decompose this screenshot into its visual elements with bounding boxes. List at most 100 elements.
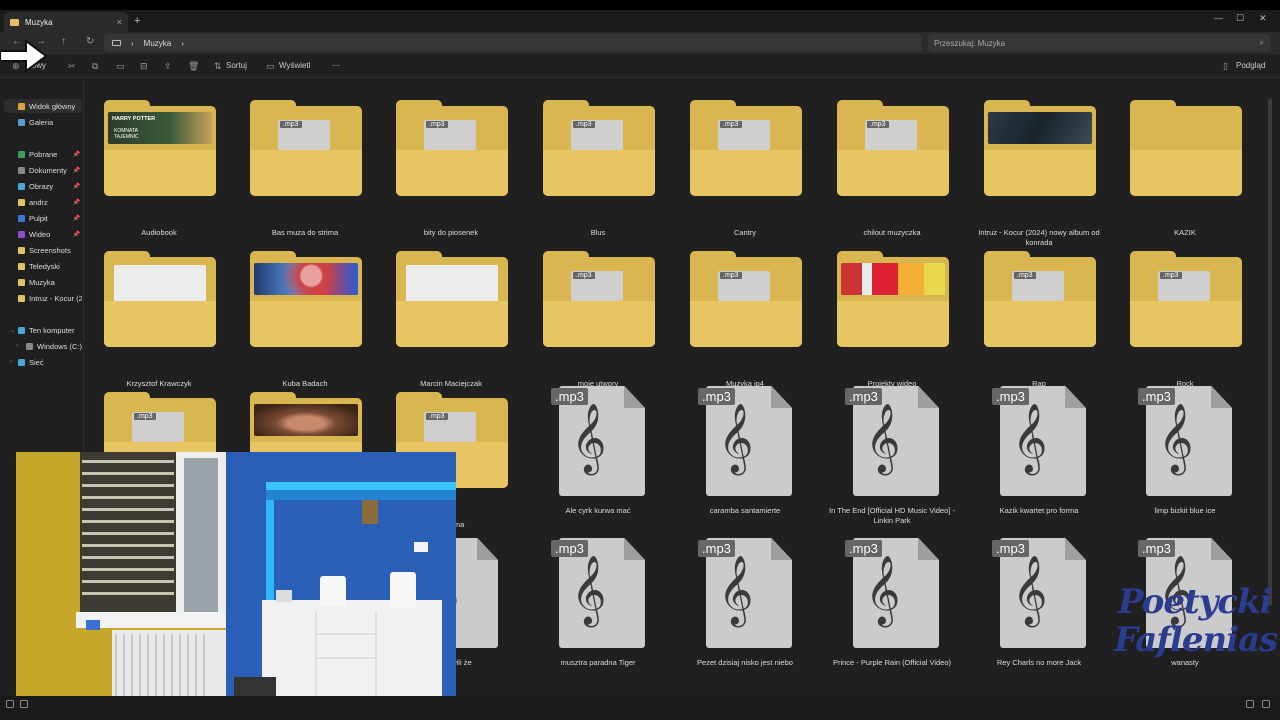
mp3-badge: .mp3 bbox=[720, 272, 742, 279]
view-button[interactable]: Wyświetl bbox=[279, 61, 310, 70]
rename-icon[interactable]: ⊟ bbox=[140, 61, 148, 72]
more-button[interactable]: ··· bbox=[332, 61, 340, 70]
folder-item[interactable]: .mp3 moje utwory bbox=[525, 239, 671, 388]
mp3-thumbnail: .mp3 bbox=[132, 412, 184, 442]
mp3-file-item[interactable]: .mp3 𝄞 caramba santamierte bbox=[672, 380, 818, 528]
cut-icon[interactable]: ✂ bbox=[68, 61, 76, 72]
copy-icon[interactable]: ⧉ bbox=[92, 61, 98, 72]
address-bar[interactable]: › Muzyka › bbox=[104, 34, 922, 52]
folder-item[interactable]: KAZIK bbox=[1112, 88, 1258, 237]
mp3-file-item[interactable]: .mp3 𝄞 Kazik kwartet pro forma bbox=[966, 380, 1112, 528]
treble-clef-icon: 𝄞 bbox=[571, 555, 607, 625]
sidebar-item[interactable]: Dokumenty 📌 bbox=[4, 163, 82, 177]
preview-button[interactable]: Podgląd bbox=[1236, 61, 1265, 70]
tab-title: Muzyka bbox=[25, 17, 53, 27]
folder-icon bbox=[18, 118, 25, 126]
sidebar-item[interactable]: Wideo 📌 bbox=[4, 227, 82, 241]
mp3-badge: .mp3 bbox=[1014, 272, 1036, 279]
folder-icon bbox=[250, 251, 362, 347]
folder-item[interactable]: .mp3 bity do piosenek bbox=[378, 88, 524, 237]
sidebar-item-label: Intruz - Kocur (2 bbox=[29, 293, 82, 303]
tab-muzyka[interactable]: Muzyka × bbox=[4, 12, 128, 32]
computer-icon bbox=[112, 40, 121, 46]
video-thumbnail bbox=[254, 404, 358, 436]
folder-item[interactable]: .mp3 Bas muza do strima bbox=[232, 88, 378, 237]
mp3-file-item[interactable]: .mp3 𝄞 Pezet dzisiaj nisko jest niebo bbox=[672, 532, 818, 680]
folder-icon: .mp3 bbox=[543, 100, 655, 196]
mp3-file-item[interactable]: .mp3 𝄞 musztra paradna Tiger bbox=[525, 532, 671, 680]
folder-item[interactable]: .mp3 Rap bbox=[966, 239, 1112, 388]
drive-icon bbox=[26, 342, 33, 350]
sidebar-item[interactable]: Pobrane 📌 bbox=[4, 147, 82, 161]
folder-item[interactable]: .mp3 chilout muzyczka bbox=[819, 88, 965, 237]
item-label: musztra paradna Tiger bbox=[560, 658, 636, 667]
sidebar-item[interactable]: Teledyski bbox=[4, 259, 82, 273]
mp3-thumbnail: .mp3 bbox=[1012, 271, 1064, 301]
expand-chevron-icon[interactable]: › bbox=[10, 359, 12, 365]
sidebar-item[interactable]: Obrazy 📌 bbox=[4, 179, 82, 193]
scrollbar[interactable] bbox=[1268, 98, 1272, 606]
folder-item[interactable]: .mp3 Cantry bbox=[672, 88, 818, 237]
mp3-file-item[interactable]: .mp3 𝄞 limp bizkit blue ice bbox=[1112, 380, 1258, 528]
item-label: Rey Charls no more Jack bbox=[996, 658, 1082, 667]
sidebar-tree-item[interactable]: › Sieć bbox=[4, 355, 82, 369]
delete-icon[interactable]: 🗑 bbox=[188, 61, 199, 72]
tab-close-icon[interactable]: × bbox=[117, 17, 122, 27]
folder-item[interactable]: Kuba Badach bbox=[232, 239, 378, 388]
folder-item[interactable]: .mp3 Blus bbox=[525, 88, 671, 237]
up-button[interactable]: ↑ bbox=[61, 36, 66, 47]
sidebar-item[interactable]: Widok główny bbox=[4, 99, 82, 113]
sidebar-item[interactable]: andrz 📌 bbox=[4, 195, 82, 209]
status-icon bbox=[20, 700, 28, 708]
treble-clef-icon: 𝄞 bbox=[1012, 403, 1048, 473]
sidebar-item[interactable]: Intruz - Kocur (2 bbox=[4, 291, 82, 305]
folder-icon bbox=[18, 262, 25, 270]
maximize-button[interactable]: ☐ bbox=[1236, 13, 1244, 24]
folder-item[interactable]: .mp3 Rock bbox=[1112, 239, 1258, 388]
breadcrumb-muzyka[interactable]: Muzyka bbox=[144, 39, 172, 48]
drive-icon bbox=[18, 326, 25, 334]
folder-icon bbox=[104, 251, 216, 347]
sidebar-item-label: Galeria bbox=[29, 117, 54, 127]
preview-icon: ▯ bbox=[1223, 61, 1228, 71]
sidebar-item-label: Widok główny bbox=[29, 101, 76, 111]
sidebar-tree-item[interactable]: ⌄ Ten komputer bbox=[4, 323, 82, 337]
sort-icon: ⇅ bbox=[214, 61, 222, 71]
item-label: In The End [Official HD Music Video] - L… bbox=[829, 506, 955, 525]
sidebar-item[interactable]: Screenshots bbox=[4, 243, 82, 257]
sidebar-item[interactable]: Galeria bbox=[4, 115, 82, 129]
close-button[interactable]: ✕ bbox=[1259, 13, 1267, 24]
expand-chevron-icon[interactable]: › bbox=[16, 343, 18, 349]
sidebar-item[interactable]: Muzyka bbox=[4, 275, 82, 289]
tiles-view-icon[interactable] bbox=[1262, 700, 1270, 708]
folder-icon bbox=[1130, 100, 1242, 196]
mp3-badge: .mp3 bbox=[720, 121, 742, 128]
folder-item[interactable]: Intruz - Kocur (2024) nowy album od konr… bbox=[966, 88, 1112, 247]
album-thumbnail bbox=[988, 112, 1092, 144]
folder-item[interactable]: HARRY POTTER KOMNATA TAJEMNIC Audiobook bbox=[86, 88, 232, 237]
details-view-icon[interactable] bbox=[1246, 700, 1254, 708]
sort-button[interactable]: Sortuj bbox=[226, 61, 247, 70]
search-input[interactable]: Przeszukaj: Muzyka ⌕ bbox=[928, 34, 1270, 52]
paste-icon[interactable]: ▭ bbox=[116, 61, 125, 72]
expand-chevron-icon[interactable]: ⌄ bbox=[10, 327, 15, 334]
folder-item[interactable]: Marcin Maciejczak bbox=[378, 239, 524, 388]
item-label: Blus bbox=[590, 228, 606, 237]
new-tab-button[interactable]: + bbox=[134, 15, 140, 27]
folder-item[interactable]: .mp3 Muzyka ip4 bbox=[672, 239, 818, 388]
folder-icon: .mp3 bbox=[690, 251, 802, 347]
chevron-right-icon: › bbox=[181, 38, 184, 48]
refresh-button[interactable]: ↻ bbox=[86, 36, 94, 47]
mp3-file-item[interactable]: .mp3 𝄞 Rey Charls no more Jack bbox=[966, 532, 1112, 680]
minimize-button[interactable]: — bbox=[1214, 13, 1223, 23]
folder-item[interactable]: Projekty wideo bbox=[819, 239, 965, 388]
mp3-thumbnail: .mp3 bbox=[718, 271, 770, 301]
mp3-file-item[interactable]: .mp3 𝄞 Prince - Purple Rain (Official Vide… bbox=[819, 532, 965, 680]
folder-item[interactable]: Krzysztof Krawczyk bbox=[86, 239, 232, 388]
sidebar-item[interactable]: Pulpit 📌 bbox=[4, 211, 82, 225]
share-icon[interactable]: ⇪ bbox=[164, 61, 172, 72]
mp3-file-item[interactable]: .mp3 𝄞 In The End [Official HD Music Video… bbox=[819, 380, 965, 528]
sidebar-tree-item[interactable]: › Windows (C:) bbox=[4, 339, 82, 353]
mp3-file-item[interactable]: .mp3 𝄞 Ale cyrk kurwa mać bbox=[525, 380, 671, 528]
folder-front bbox=[543, 301, 655, 347]
